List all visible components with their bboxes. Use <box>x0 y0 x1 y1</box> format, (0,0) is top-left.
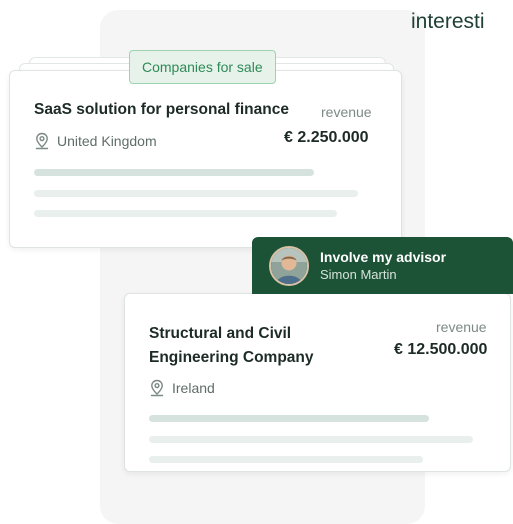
listing-location: United Kingdom <box>34 132 157 150</box>
advisor-avatar <box>269 245 309 286</box>
revenue-label: revenue <box>321 104 372 120</box>
placeholder-bar <box>149 456 423 463</box>
advisor-cta-title: Involve my advisor <box>320 248 447 265</box>
map-pin-icon <box>35 132 49 150</box>
placeholder-bar <box>34 210 337 217</box>
map-pin-icon <box>150 379 164 397</box>
location-text: Ireland <box>172 380 215 396</box>
revenue-value: € 2.250.000 <box>284 129 369 146</box>
revenue-label: revenue <box>436 319 487 335</box>
placeholder-bar <box>149 436 473 443</box>
placeholder-bar <box>34 190 358 197</box>
listing-card-engineering[interactable]: Structural and Civil Engineering Company… <box>124 293 511 472</box>
person-avatar-icon <box>271 247 307 284</box>
location-text: United Kingdom <box>57 133 157 149</box>
placeholder-bar <box>149 415 429 422</box>
revenue-value: € 12.500.000 <box>394 341 488 358</box>
companies-for-sale-badge: Companies for sale <box>129 50 276 84</box>
listing-title-line: Structural and Civil <box>149 325 292 342</box>
listing-title-line: Engineering Company <box>149 349 314 366</box>
listing-title: SaaS solution for personal finance <box>34 101 289 118</box>
listing-card-saas[interactable]: SaaS solution for personal finance reven… <box>9 70 402 248</box>
placeholder-bar <box>34 169 314 176</box>
stage: interesti SaaS solution for personal fin… <box>0 0 513 524</box>
heading-fragment: interesti <box>411 10 485 33</box>
listing-location: Ireland <box>149 379 215 397</box>
listing-title: Structural and Civil Engineering Company <box>149 322 314 370</box>
advisor-name: Simon Martin <box>320 266 397 282</box>
involve-advisor-banner[interactable]: Involve my advisor Simon Martin <box>252 237 513 294</box>
